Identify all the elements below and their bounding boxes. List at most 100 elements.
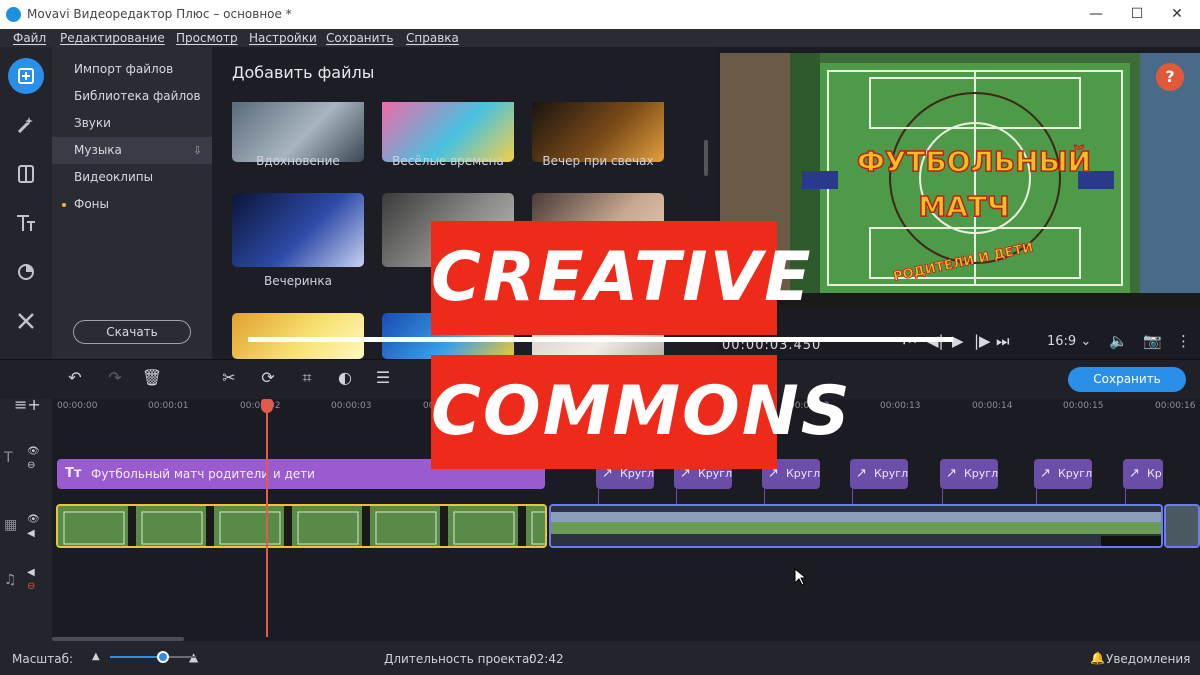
overlay-divider — [248, 337, 953, 342]
cut-icon[interactable]: ✂ — [218, 368, 240, 387]
transition-clip[interactable]: ↗ Круглая — [940, 459, 998, 489]
file-thumbnail[interactable] — [232, 193, 364, 267]
playhead-handle[interactable] — [261, 399, 273, 413]
save-button[interactable]: Сохранить — [1068, 367, 1186, 392]
add-track-icon[interactable]: ≡+ — [14, 395, 41, 414]
more-tools-icon[interactable] — [8, 303, 44, 339]
title-bar: Movavi Видеоредактор Плюс – основное * —… — [0, 0, 1200, 29]
download-icon[interactable]: ⇩ — [193, 137, 202, 164]
color-icon[interactable]: ◐ — [334, 368, 356, 387]
zoom-slider-handle[interactable] — [157, 651, 169, 663]
effects-wand-icon[interactable] — [8, 107, 44, 143]
transition-clip[interactable]: ↗ Кр — [1123, 459, 1163, 489]
close-button[interactable]: ✕ — [1167, 4, 1187, 24]
file-label: Вечеринка — [264, 274, 332, 288]
file-label: Вдохновение — [256, 154, 340, 168]
step-forward-icon[interactable]: |▶ — [974, 332, 991, 350]
category-panel: Импорт файлов Библиотека файлов Звуки Му… — [52, 47, 212, 359]
maximize-button[interactable]: ☐ — [1127, 4, 1147, 24]
visibility-eye-icon[interactable]: 👁 — [27, 446, 40, 457]
title-clip-icon: Tт — [65, 466, 82, 481]
transition-label: Круглая — [786, 467, 820, 480]
track-volume-icon[interactable]: ◀ — [27, 528, 35, 539]
transitions-icon[interactable] — [8, 156, 44, 192]
more-menu-icon[interactable]: ⋮ — [1176, 332, 1191, 350]
category-label: Фоны — [74, 197, 109, 211]
transition-label: Кр — [1147, 467, 1162, 480]
transition-marker — [1036, 489, 1037, 505]
playhead[interactable] — [266, 399, 268, 637]
category-import[interactable]: Импорт файлов — [52, 56, 212, 83]
menu-view[interactable]: Просмотр — [176, 31, 238, 45]
visibility-eye-icon[interactable]: 👁 — [27, 514, 40, 525]
link-icon[interactable]: ⊖ — [27, 460, 35, 471]
transition-label: Круглая — [964, 467, 998, 480]
filters-clock-icon[interactable] — [8, 254, 44, 290]
delete-icon[interactable]: 🗑 — [141, 368, 163, 387]
video-clip-football[interactable] — [56, 504, 547, 548]
transition-marker — [598, 489, 599, 505]
snapshot-icon[interactable]: 📷 — [1143, 332, 1162, 350]
category-videoclips[interactable]: Видеоклипы — [52, 164, 212, 191]
transition-clip[interactable]: ↗ Круглая — [1034, 459, 1092, 489]
category-backgrounds[interactable]: Фоны — [52, 191, 212, 218]
minimize-button[interactable]: — — [1086, 4, 1106, 24]
file-thumbnail[interactable] — [382, 102, 514, 162]
transition-label: Круглая — [874, 467, 908, 480]
category-label: Звуки — [74, 116, 111, 130]
titles-icon[interactable] — [8, 205, 44, 241]
menu-help[interactable]: Справка — [406, 31, 459, 45]
bell-icon[interactable]: 🔔 — [1090, 651, 1105, 665]
transition-marker — [942, 489, 943, 505]
adjust-icon[interactable]: ☰ — [372, 368, 394, 387]
track-volume-icon[interactable]: ◀ — [27, 567, 35, 578]
file-thumbnail[interactable] — [232, 102, 364, 162]
import-icon[interactable] — [8, 58, 44, 94]
video-clip-second[interactable] — [549, 504, 1163, 548]
file-thumbnail[interactable] — [232, 313, 364, 359]
crop-icon[interactable]: ⌗ — [296, 368, 318, 388]
menu-file[interactable]: Файл — [13, 31, 46, 45]
transition-marker — [676, 489, 677, 505]
rotate-icon[interactable]: ⟳ — [257, 368, 279, 387]
overlay-banner-line1: CREATIVE — [431, 221, 811, 335]
video-title-line2: МАТЧ — [918, 190, 1009, 223]
panel-heading: Добавить файлы — [232, 63, 375, 82]
redo-icon[interactable]: ↷ — [104, 368, 126, 387]
overlay-banner-line2: COMMONS — [431, 355, 850, 469]
category-music[interactable]: Музыка ⇩ — [52, 137, 212, 164]
window-title: Movavi Видеоредактор Плюс – основное * — [27, 7, 292, 21]
ruler-tick: 00:00:03 — [331, 401, 372, 411]
video-clip-third[interactable] — [1164, 504, 1200, 548]
menu-edit[interactable]: Редактирование — [60, 31, 165, 45]
play-icon[interactable]: ▶ — [952, 332, 964, 350]
zoom-out-icon[interactable]: ▲ — [92, 651, 100, 662]
zoom-label: Масштаб: — [12, 652, 74, 666]
zoom-slider-fill — [110, 656, 163, 658]
link-icon[interactable]: ⊖ — [27, 581, 35, 592]
download-button[interactable]: Скачать — [73, 320, 191, 344]
category-library[interactable]: Библиотека файлов — [52, 83, 212, 110]
transition-marker — [1125, 489, 1126, 505]
category-label: Библиотека файлов — [74, 89, 201, 103]
scrollbar[interactable] — [704, 140, 708, 176]
help-button[interactable]: ? — [1156, 63, 1184, 91]
aspect-ratio-select[interactable]: 16:9 ⌄ — [1047, 334, 1091, 349]
menu-save[interactable]: Сохранить — [326, 31, 394, 45]
menu-settings[interactable]: Настройки — [249, 31, 317, 45]
ruler-tick: 00:00:14 — [972, 401, 1013, 411]
category-sounds[interactable]: Звуки — [52, 110, 212, 137]
transition-clip[interactable]: ↗ Круглая — [850, 459, 908, 489]
category-label: Музыка — [74, 143, 122, 157]
text-track-icon: T — [4, 450, 13, 466]
volume-icon[interactable]: 🔈 — [1109, 332, 1128, 350]
skip-end-icon[interactable]: ⏭ — [996, 332, 1010, 350]
notifications-link[interactable]: Уведомления — [1106, 652, 1190, 666]
file-thumbnail[interactable] — [532, 102, 664, 162]
status-bar: Масштаб: ▲ ▲ Длительность проекта: 02:42… — [0, 641, 1200, 675]
transition-arrow-icon: ↗ — [1040, 466, 1051, 481]
mouse-cursor-icon — [794, 568, 806, 586]
ruler-tick: 00:00:15 — [1063, 401, 1104, 411]
undo-icon[interactable]: ↶ — [64, 368, 86, 387]
transition-arrow-icon: ↗ — [1129, 466, 1140, 481]
